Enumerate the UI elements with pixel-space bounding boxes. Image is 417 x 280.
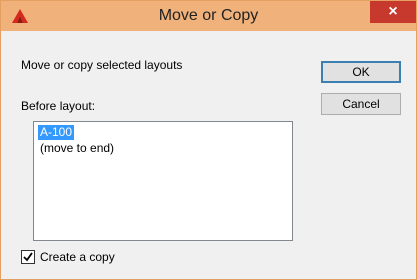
create-copy-checkbox[interactable] bbox=[21, 250, 35, 264]
create-copy-label[interactable]: Create a copy bbox=[40, 250, 115, 264]
checkmark-icon bbox=[23, 252, 33, 262]
close-button[interactable]: × bbox=[370, 1, 416, 23]
before-layout-label: Before layout: bbox=[21, 99, 96, 113]
ok-button[interactable]: OK bbox=[321, 61, 401, 83]
list-item[interactable]: A-100 bbox=[38, 125, 75, 140]
before-layout-list[interactable]: A-100 (move to end) bbox=[33, 121, 293, 241]
dialog-description: Move or copy selected layouts bbox=[21, 58, 183, 72]
list-item[interactable]: (move to end) bbox=[38, 141, 116, 156]
title-bar[interactable]: Move or Copy × bbox=[1, 1, 416, 31]
move-or-copy-dialog: Move or Copy × Move or copy selected lay… bbox=[0, 0, 417, 280]
window-title: Move or Copy bbox=[158, 7, 259, 24]
cancel-button[interactable]: Cancel bbox=[321, 93, 401, 115]
